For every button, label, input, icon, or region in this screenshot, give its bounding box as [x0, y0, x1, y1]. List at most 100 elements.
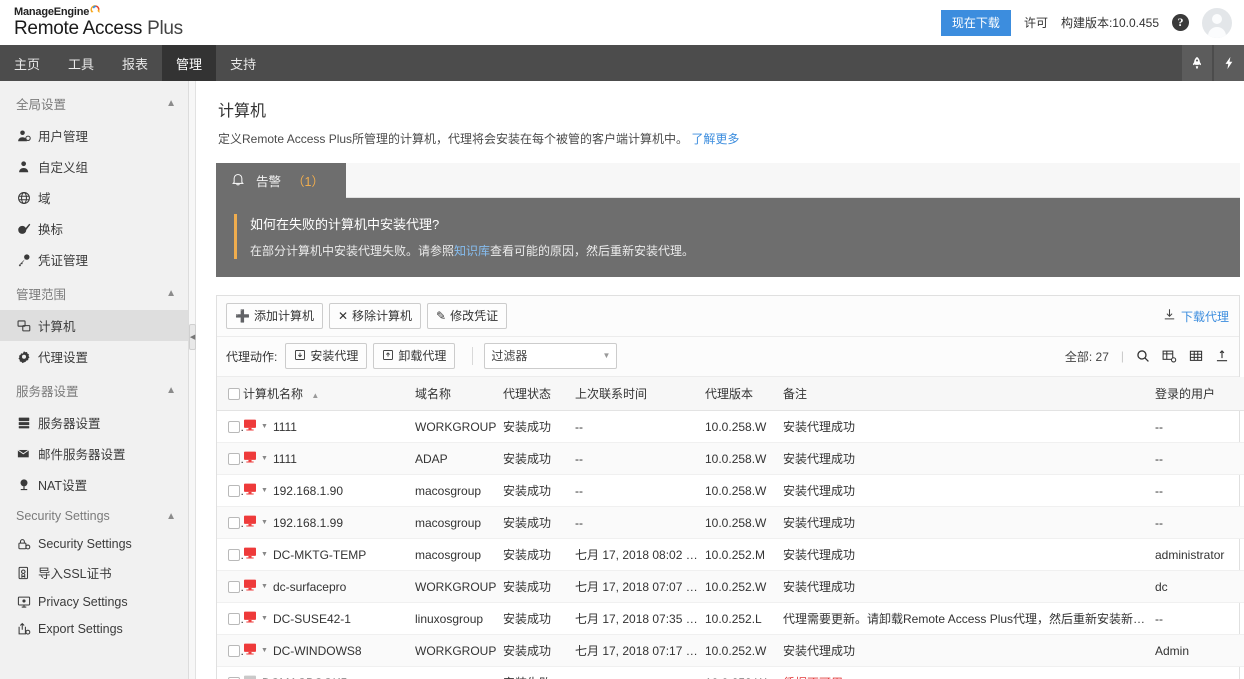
- lightning-icon[interactable]: [1214, 45, 1244, 81]
- sidebar-item-privacy-settings[interactable]: Privacy Settings: [0, 588, 188, 615]
- sidebar-item-user-management[interactable]: 用户管理: [0, 120, 188, 151]
- modify-credential-button[interactable]: ✎ 修改凭证: [427, 303, 507, 329]
- knowledge-base-link[interactable]: 知识库: [454, 244, 490, 258]
- sidebar-splitter[interactable]: ◀: [189, 81, 196, 679]
- nav-item-home[interactable]: 主页: [0, 45, 54, 81]
- table-row[interactable]: ▼1111ADAP安装成功--10.0.258.W安装代理成功--: [217, 443, 1244, 475]
- row-menu-caret-icon[interactable]: ▼: [261, 423, 268, 430]
- sidebar-item-export-settings[interactable]: Export Settings: [0, 615, 188, 642]
- sidebar-item-mail-server-settings[interactable]: 邮件服务器设置: [0, 438, 188, 469]
- row-menu-caret-icon[interactable]: ▼: [261, 519, 268, 526]
- table-row[interactable]: ▼dc-surfaceproWORKGROUP安装成功七月 17, 2018 0…: [217, 571, 1244, 603]
- nav-item-support[interactable]: 支持: [216, 45, 270, 81]
- table-row[interactable]: ▼DC-WINDOWS8WORKGROUP安装成功七月 17, 2018 07:…: [217, 635, 1244, 667]
- sidebar-group-global-settings[interactable]: 全局设置 ▲: [0, 85, 188, 120]
- column-header-version[interactable]: 代理版本: [705, 377, 783, 411]
- export-settings-icon: [16, 621, 31, 636]
- add-computer-button[interactable]: ➕ 添加计算机: [226, 303, 323, 329]
- row-checkbox[interactable]: [228, 645, 240, 657]
- row-checkbox[interactable]: [228, 581, 240, 593]
- sidebar-group-label: Security Settings: [16, 509, 110, 523]
- nav-item-tools[interactable]: 工具: [54, 45, 108, 81]
- table-header-row: 计算机名称 ▲ 域名称 代理状态 上次联系时间 代理版本 备注 登录的用户: [217, 377, 1244, 411]
- sidebar-item-computers[interactable]: 计算机: [0, 310, 188, 341]
- license-link[interactable]: 许可: [1024, 14, 1048, 31]
- brand-logo[interactable]: ManageEngine Remote Access Plus: [0, 7, 183, 38]
- sidebar-item-agent-settings[interactable]: 代理设置: [0, 341, 188, 372]
- row-menu-caret-icon[interactable]: ▼: [261, 583, 268, 590]
- download-agent-link[interactable]: 下载代理: [1163, 308, 1229, 325]
- row-checkbox[interactable]: [228, 421, 240, 433]
- rocket-icon[interactable]: [1182, 45, 1212, 81]
- row-menu-caret-icon[interactable]: ▼: [261, 615, 268, 622]
- computer-name-label: 1111: [273, 452, 297, 466]
- sidebar-item-nat-settings[interactable]: NAT设置: [0, 469, 188, 500]
- cell-note: 代理需要更新。请卸载Remote Access Plus代理，然后重新安装新的代…: [783, 603, 1155, 635]
- sidebar-item-security-settings[interactable]: Security Settings: [0, 530, 188, 557]
- sidebar-item-server-settings[interactable]: 服务器设置: [0, 407, 188, 438]
- row-checkbox[interactable]: [228, 549, 240, 561]
- table-row[interactable]: ▼1111WORKGROUP安装成功--10.0.258.W安装代理成功--: [217, 411, 1244, 443]
- row-menu-caret-icon[interactable]: ▼: [261, 455, 268, 462]
- uninstall-agent-button[interactable]: 卸载代理: [373, 343, 455, 369]
- user-avatar[interactable]: [1202, 8, 1232, 38]
- nav-item-admin[interactable]: 管理: [162, 45, 216, 81]
- sidebar-collapse-handle[interactable]: ◀: [189, 324, 196, 350]
- computer-status-icon: [243, 611, 257, 626]
- sidebar-item-rebranding[interactable]: 换标: [0, 213, 188, 244]
- table-row[interactable]: ▼DC-SUSE42-1linuxosgroup安装成功七月 17, 2018 …: [217, 603, 1244, 635]
- filter-select-value: 过滤器: [491, 347, 527, 364]
- row-checkbox[interactable]: [228, 453, 240, 465]
- column-header-status[interactable]: 代理状态: [503, 377, 575, 411]
- row-menu-caret-icon[interactable]: ▼: [261, 551, 268, 558]
- column-header-note[interactable]: 备注: [783, 377, 1155, 411]
- row-menu-caret-icon[interactable]: ▼: [261, 487, 268, 494]
- sidebar-group-server-settings[interactable]: 服务器设置 ▲: [0, 372, 188, 407]
- nav-item-reports[interactable]: 报表: [108, 45, 162, 81]
- help-circle-icon[interactable]: ?: [1172, 14, 1189, 31]
- column-settings-icon[interactable]: [1162, 349, 1177, 363]
- table-row[interactable]: ▼192.168.1.90macosgroup安装成功--10.0.258.W安…: [217, 475, 1244, 507]
- sidebar-item-domain[interactable]: 域: [0, 182, 188, 213]
- search-icon[interactable]: [1136, 349, 1150, 363]
- row-checkbox[interactable]: [228, 517, 240, 529]
- table-row[interactable]: DCMACBOOK5macosgroup安装失败--10.0.258.W凭据不可…: [217, 667, 1244, 679]
- table-row[interactable]: ▼192.168.1.99macosgroup安装成功--10.0.258.W安…: [217, 507, 1244, 539]
- column-header-user[interactable]: 登录的用户: [1155, 377, 1244, 411]
- remove-computer-button[interactable]: ✕ 移除计算机: [329, 303, 421, 329]
- column-header-name[interactable]: 计算机名称 ▲: [243, 377, 415, 411]
- sidebar-item-credential-management[interactable]: 凭证管理: [0, 244, 188, 275]
- cell-user: --: [1155, 411, 1244, 443]
- nat-icon: [16, 477, 31, 492]
- sidebar-group-scope-of-management[interactable]: 管理范围 ▲: [0, 275, 188, 310]
- row-menu-caret-icon[interactable]: ▼: [261, 647, 268, 654]
- download-icon: [1163, 308, 1176, 324]
- select-all-checkbox[interactable]: [228, 388, 240, 400]
- column-header-domain[interactable]: 域名称: [415, 377, 503, 411]
- cell-status: 安装成功: [503, 539, 575, 571]
- learn-more-link[interactable]: 了解更多: [691, 132, 739, 146]
- sidebar-group-security-settings[interactable]: Security Settings ▲: [0, 500, 188, 530]
- export-icon[interactable]: [1215, 349, 1229, 363]
- table-row[interactable]: ▼DC-MKTG-TEMPmacosgroup安装成功七月 17, 2018 0…: [217, 539, 1244, 571]
- install-agent-button[interactable]: 安装代理: [285, 343, 367, 369]
- sidebar-item-custom-group[interactable]: 自定义组: [0, 151, 188, 182]
- filter-select[interactable]: 过滤器 ▼: [484, 343, 617, 369]
- row-checkbox[interactable]: [228, 613, 240, 625]
- computer-status-icon: [243, 675, 257, 679]
- manageengine-text: ManageEngine: [14, 7, 89, 18]
- sidebar-item-label: 邮件服务器设置: [38, 444, 126, 463]
- row-checkbox[interactable]: [228, 485, 240, 497]
- cell-status: 安装失败: [503, 667, 575, 679]
- computer-name-label: 1111: [273, 420, 297, 434]
- download-now-button[interactable]: 现在下载: [941, 10, 1011, 36]
- tab-alerts[interactable]: 告警 （1）: [216, 163, 346, 198]
- grid-view-icon[interactable]: [1189, 349, 1203, 363]
- cell-computer-name: DCMACBOOK5: [243, 667, 415, 679]
- cell-domain: macosgroup: [415, 475, 503, 507]
- chevron-up-icon: ▲: [166, 385, 176, 396]
- mail-server-icon: [16, 446, 31, 461]
- sidebar-item-import-ssl-certificate[interactable]: 导入SSL证书: [0, 557, 188, 588]
- sidebar-item-label: 换标: [38, 219, 63, 238]
- column-header-last-contact[interactable]: 上次联系时间: [575, 377, 705, 411]
